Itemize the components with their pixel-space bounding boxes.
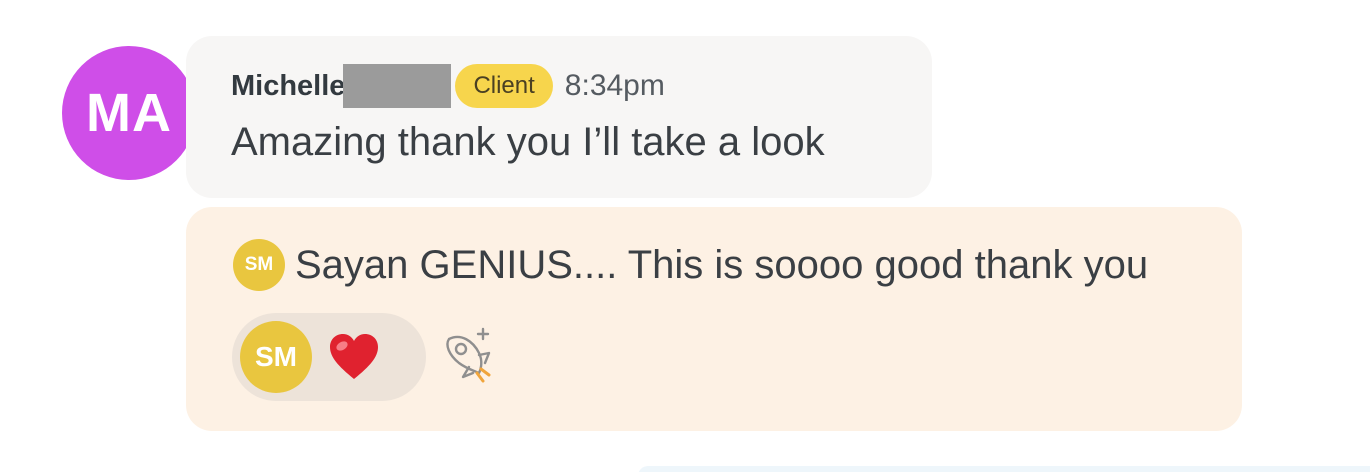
reply-avatar-initials: SM bbox=[244, 254, 274, 275]
message-bubble: Michelle Client 8:34pm Amazing thank you… bbox=[186, 36, 932, 198]
message-time: 8:34pm bbox=[564, 69, 665, 102]
sender-avatar[interactable]: MA bbox=[62, 46, 196, 180]
sender-name[interactable]: Michelle bbox=[231, 70, 345, 103]
heart-reaction-button[interactable]: SM bbox=[232, 313, 426, 401]
thread-reply: SM Sayan GENIUS.... This is soooo good t… bbox=[233, 237, 1148, 293]
reaction-user-initials: SM bbox=[255, 341, 297, 372]
message-text: Amazing thank you I’ll take a look bbox=[231, 120, 825, 164]
redacted-surname bbox=[343, 64, 452, 108]
message-header: Michelle Client 8:34pm bbox=[231, 62, 665, 110]
thread-reply-bubble[interactable]: SM Sayan GENIUS.... This is soooo good t… bbox=[186, 207, 1242, 431]
client-badge: Client bbox=[455, 64, 553, 108]
reply-avatar: SM bbox=[233, 239, 285, 291]
input-panel-edge bbox=[638, 466, 1370, 472]
reaction-user-avatar: SM bbox=[240, 321, 312, 393]
sender-avatar-initials: MA bbox=[86, 83, 172, 143]
reply-text: Sayan GENIUS.... This is soooo good than… bbox=[295, 242, 1149, 287]
red-heart-icon bbox=[330, 334, 378, 379]
chat-view: MA Michelle Client 8:34pm Amazing thank … bbox=[0, 0, 1370, 472]
rocket-plus-icon[interactable] bbox=[439, 325, 501, 387]
